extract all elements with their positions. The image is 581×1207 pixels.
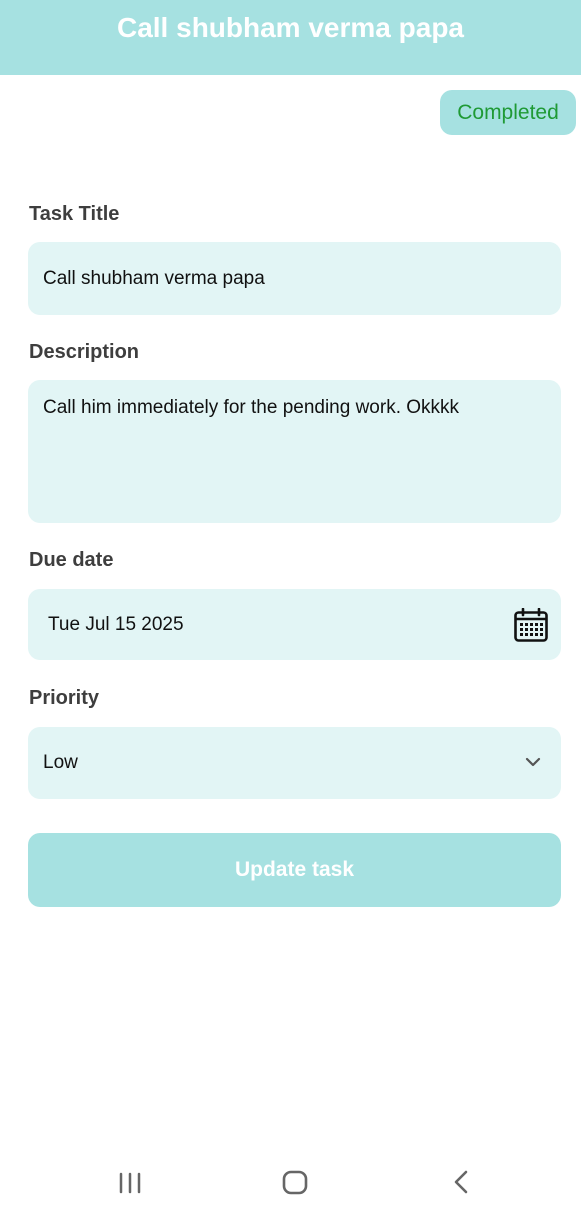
- priority-label: Priority: [29, 687, 100, 709]
- description-textarea[interactable]: Call him immediately for the pending wor…: [28, 380, 561, 523]
- task-title-input[interactable]: Call shubham verma papa: [28, 242, 561, 315]
- task-title-label: Task Title: [29, 203, 120, 225]
- page-title: Call shubham verma papa: [116, 12, 464, 43]
- priority-value: Low: [43, 752, 78, 773]
- recent-apps-icon[interactable]: [113, 1164, 147, 1200]
- due-date-label: Due date: [29, 549, 114, 571]
- update-task-button[interactable]: Update task: [28, 833, 561, 907]
- back-icon[interactable]: [446, 1164, 476, 1200]
- status-badge[interactable]: Completed: [440, 90, 576, 135]
- task-title-value: Call shubham verma papa: [43, 268, 265, 289]
- due-date-value: Tue Jul 15 2025: [48, 614, 184, 635]
- description-value: Call him immediately for the pending wor…: [43, 397, 460, 418]
- calendar-icon[interactable]: [514, 608, 548, 642]
- description-label: Description: [29, 341, 140, 363]
- home-icon[interactable]: [278, 1164, 312, 1200]
- chevron-down-icon: [525, 757, 541, 767]
- priority-select[interactable]: Low: [28, 727, 561, 799]
- due-date-field[interactable]: Tue Jul 15 2025: [28, 589, 561, 660]
- app-header: Call shubham verma papa: [0, 0, 581, 75]
